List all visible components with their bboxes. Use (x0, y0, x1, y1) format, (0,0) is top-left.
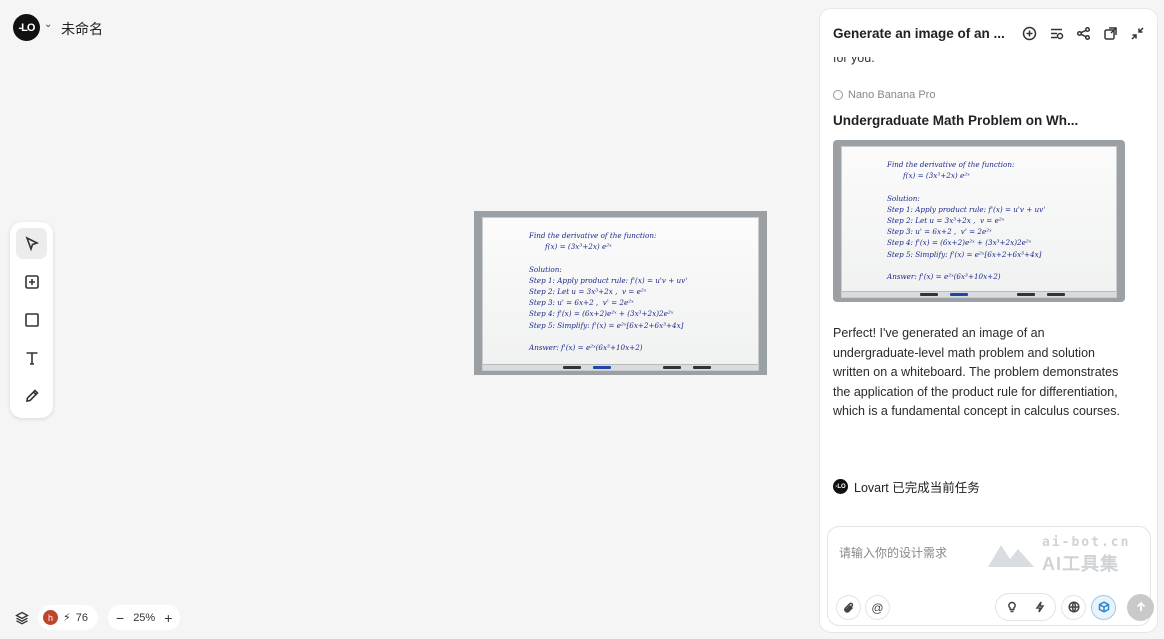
chevron-down-icon[interactable]: ⌄ (44, 19, 52, 30)
whiteboard-tray (842, 291, 1116, 297)
lightning-icon: ⚡ (63, 612, 71, 624)
square-icon (24, 312, 39, 327)
idea-mode-button[interactable] (999, 595, 1024, 620)
app-logo[interactable]: -LO (13, 14, 40, 41)
task-complete-text: Lovart 已完成当前任务 (854, 481, 980, 495)
lightbulb-icon (1007, 601, 1016, 613)
pencil-icon (25, 388, 39, 402)
paperclip-icon (843, 602, 853, 613)
add-frame-button[interactable] (16, 266, 47, 297)
watermark-url: ai-bot.cn (1042, 535, 1131, 550)
plus-square-icon (24, 274, 39, 289)
whiteboard: Find the derivative of the function: f(x… (482, 217, 759, 371)
watermark: ai-bot.cn AI工具集 (986, 535, 1146, 575)
whiteboard-tray (483, 364, 758, 370)
chat-title[interactable]: Generate an image of an ... (833, 26, 1022, 41)
text-icon (26, 351, 37, 365)
zoom-out-button[interactable]: − (116, 610, 124, 626)
history-icon[interactable] (1049, 26, 1064, 41)
chat-panel: Generate an image of an ... for you. Nan… (819, 8, 1158, 633)
result-image[interactable]: Find the derivative of the function: f(x… (833, 140, 1125, 302)
cursor-icon (25, 235, 39, 251)
whiteboard-math-text: Find the derivative of the function: f(x… (529, 231, 688, 353)
model-name: Nano Banana Pro (848, 89, 936, 101)
task-complete-row: -LO Lovart 已完成当前任务 (833, 477, 980, 496)
arrow-up-icon (1136, 601, 1145, 611)
mention-button[interactable]: @ (865, 595, 890, 620)
assistant-message: Perfect! I've generated an image of an u… (833, 326, 1120, 418)
model-select-button[interactable] (1091, 594, 1116, 620)
watermark-logo-icon (988, 545, 1034, 567)
attach-button[interactable] (836, 595, 861, 620)
canvas-whiteboard-image[interactable]: Find the derivative of the function: f(x… (474, 211, 767, 375)
left-toolbar (10, 222, 53, 418)
project-title[interactable]: 未命名 (61, 19, 103, 39)
fast-mode-button[interactable] (1027, 595, 1052, 620)
model-tag: Nano Banana Pro (833, 89, 935, 101)
credits-count: 76 (75, 611, 88, 624)
prompt-input-box[interactable]: 请输入你的设计需求 ai-bot.cn AI工具集 @ (827, 526, 1154, 626)
share-icon[interactable] (1076, 26, 1091, 41)
whiteboard: Find the derivative of the function: f(x… (841, 146, 1117, 298)
send-button[interactable] (1127, 593, 1154, 621)
avatar[interactable]: h (43, 610, 58, 625)
collapse-icon[interactable] (1130, 26, 1145, 41)
layers-icon[interactable] (15, 611, 29, 625)
at-icon: @ (871, 600, 884, 615)
mode-toggle-group (995, 593, 1056, 621)
globe-icon (1067, 601, 1080, 613)
lovart-logo-icon: -LO (833, 479, 848, 494)
pen-tool-button[interactable] (16, 380, 47, 411)
prompt-input[interactable]: 请输入你的设计需求 (839, 544, 947, 561)
credits-badge[interactable]: h ⚡ 76 (38, 605, 98, 630)
zoom-control: − 25% + (108, 605, 181, 630)
new-chat-icon[interactable] (1022, 26, 1037, 41)
web-search-button[interactable] (1061, 594, 1086, 620)
select-tool-button[interactable] (16, 228, 47, 259)
whiteboard-math-text: Find the derivative of the function: f(x… (887, 160, 1046, 282)
export-icon[interactable] (1103, 26, 1118, 41)
lightning-icon (1035, 601, 1044, 613)
chat-header: Generate an image of an ... (820, 9, 1157, 57)
text-tool-button[interactable] (16, 342, 47, 373)
result-title: Undergraduate Math Problem on Wh... (833, 113, 1079, 128)
rectangle-tool-button[interactable] (16, 304, 47, 335)
zoom-level[interactable]: 25% (133, 612, 155, 624)
cube-icon (1098, 601, 1109, 613)
watermark-name: AI工具集 (1042, 554, 1119, 574)
model-icon (833, 90, 843, 100)
zoom-in-button[interactable]: + (164, 610, 172, 626)
